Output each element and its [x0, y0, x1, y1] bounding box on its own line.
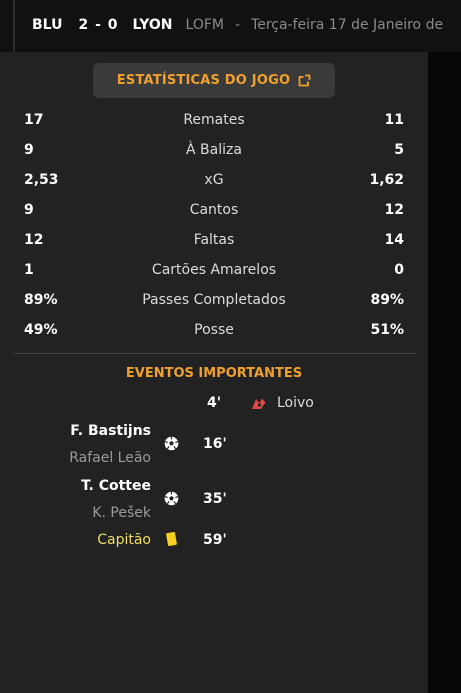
stat-label: Posse — [194, 322, 234, 338]
header-divider — [13, 0, 15, 52]
goal-ball-icon — [164, 436, 179, 451]
stat-away-value: 1,62 — [369, 172, 404, 188]
yellow-card-icon — [166, 532, 177, 546]
match-header: BLU 2 - 0 LYON LOFM - Terça-feira 17 de Janei… — [0, 0, 461, 52]
goal-assist[interactable]: K. Pešek — [92, 504, 151, 522]
away-team[interactable]: LYON — [133, 17, 173, 33]
separator: - — [234, 17, 241, 33]
goal-assist[interactable]: Rafael Leão — [69, 449, 151, 467]
score: 2 - 0 — [78, 17, 119, 33]
stat-label: Remates — [183, 112, 245, 128]
external-link-icon — [298, 74, 311, 87]
match-stats-label: ESTATÍSTICAS DO JOGO — [116, 73, 291, 88]
events-title: EVENTOS IMPORTANTES — [125, 366, 303, 381]
injured-player[interactable]: Loivo — [277, 394, 314, 412]
stat-away-value: 51% — [370, 322, 404, 338]
match-date: Terça-feira 17 de Janeiro de — [251, 17, 444, 33]
booked-player[interactable]: Capitão — [97, 531, 151, 549]
stat-away-value: 14 — [384, 232, 404, 248]
stat-away-value: 0 — [394, 262, 404, 278]
match-summary: BLU 2 - 0 LYON LOFM - Terça-feira 17 de Janei… — [32, 16, 443, 34]
stat-row-shots: 17 Remates 11 — [24, 110, 404, 130]
stat-away-value: 5 — [394, 142, 404, 158]
goal-ball-icon — [164, 491, 179, 506]
section-divider — [13, 353, 416, 354]
stat-row-on-target: 9 À Baliza 5 — [24, 140, 404, 160]
event-minute: 16' — [203, 436, 227, 452]
match-stats-button[interactable]: ESTATÍSTICAS DO JOGO — [93, 63, 335, 98]
event-minute: 59' — [203, 532, 227, 548]
stat-row-fouls: 12 Faltas 14 — [24, 230, 404, 250]
stat-row-passes: 89% Passes Completados 89% — [24, 290, 404, 310]
stat-away-value: 12 — [384, 202, 404, 218]
stat-away-value: 11 — [384, 112, 404, 128]
stat-row-corners: 9 Cantos 12 — [24, 200, 404, 220]
stat-row-xg: 2,53 xG 1,62 — [24, 170, 404, 190]
stat-row-yellow-cards: 1 Cartões Amarelos 0 — [24, 260, 404, 280]
stat-away-value: 89% — [370, 292, 404, 308]
stat-row-possession: 49% Posse 51% — [24, 320, 404, 340]
competition[interactable]: LOFM — [186, 17, 224, 33]
stat-label: Cartões Amarelos — [151, 262, 277, 278]
injury-icon — [252, 398, 266, 409]
event-minute: 4' — [207, 395, 222, 411]
goal-scorer[interactable]: T. Cottee — [81, 477, 151, 495]
side-panel — [428, 52, 461, 693]
home-team[interactable]: BLU — [32, 17, 62, 33]
event-minute: 35' — [203, 491, 227, 507]
stat-label: Passes Completados — [142, 292, 286, 308]
stat-label: Faltas — [193, 232, 235, 248]
goal-scorer[interactable]: F. Bastijns — [70, 422, 151, 440]
stat-label: Cantos — [189, 202, 239, 218]
stat-label: À Baliza — [186, 142, 242, 158]
stat-label: xG — [204, 172, 224, 188]
